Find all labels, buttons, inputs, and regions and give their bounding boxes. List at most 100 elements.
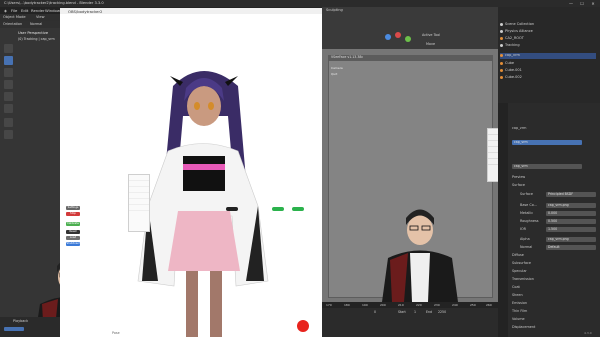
center-preview[interactable]: Settings Stop Calibrate Calibrate Reset …	[60, 14, 322, 337]
prop-field[interactable]: Default	[546, 245, 596, 250]
outliner-item[interactable]: Cube.001	[500, 68, 522, 74]
title-bar: C:\Users\...\bodytracker2\tracking.blend…	[0, 0, 600, 7]
properties-tabs[interactable]	[498, 103, 508, 337]
rotate-tool-icon[interactable]	[4, 80, 13, 89]
collection-icon	[500, 43, 503, 47]
frame-number: 260	[486, 303, 492, 307]
frame-number: 220	[416, 303, 422, 307]
section-preview[interactable]: Preview	[512, 175, 525, 181]
properties-panel[interactable]: cap_vrm cap_vrm cap_vrm Preview Surface …	[498, 103, 600, 337]
material-name-field[interactable]: cap_vrm	[512, 164, 582, 169]
outliner[interactable]: Scene Collection Physics Alliance CA2_RO…	[498, 7, 600, 103]
maximize-button[interactable]: ☐	[577, 1, 587, 6]
mesh-icon	[500, 61, 503, 65]
outliner-item[interactable]: Tracking	[500, 43, 520, 49]
scale-tool-icon[interactable]	[4, 92, 13, 101]
menu-edit[interactable]: Edit	[21, 8, 28, 13]
subsection[interactable]: Volume	[512, 317, 525, 323]
tracker-subwindow-title: VSeeFace v1.13.38c	[331, 55, 364, 59]
tab-scripting[interactable]: Sculpting	[326, 8, 343, 12]
move-label[interactable]: Move	[426, 42, 435, 46]
outliner-item[interactable]: Cube	[500, 61, 514, 67]
minimize-button[interactable]: —	[566, 1, 576, 6]
current-frame[interactable]: 0	[374, 310, 376, 314]
subsection[interactable]: Emission	[512, 301, 527, 307]
surface-dropdown[interactable]: Principled BSDF	[546, 192, 596, 197]
tracker-info-line: Camera	[331, 66, 343, 70]
view-menu[interactable]: View	[36, 15, 45, 19]
close-button[interactable]: ✕	[588, 1, 598, 6]
playback-label[interactable]: Playback	[13, 319, 28, 323]
prop-label: Base Co...	[520, 203, 537, 207]
subsection[interactable]: Coat	[512, 285, 520, 291]
timeline[interactable]: 170 180 190 200 210 220 230 240 250 260 …	[322, 302, 498, 337]
menu-file[interactable]: File	[11, 8, 17, 13]
measure-tool-icon[interactable]	[4, 130, 13, 139]
settings-button[interactable]: Settings	[66, 206, 80, 210]
prop-field[interactable]: cap_vrm.png	[546, 203, 596, 208]
orientation-dropdown[interactable]: Normal	[30, 22, 42, 26]
material-slot[interactable]: cap_vrm	[512, 126, 526, 132]
outliner-item[interactable]: Cube.002	[500, 75, 522, 81]
subsection[interactable]: Thin Film	[512, 309, 527, 315]
outliner-item[interactable]: Scene Collection	[500, 22, 534, 28]
viewport-title: User Perspective	[18, 31, 49, 35]
move-tool-icon[interactable]	[4, 68, 13, 77]
prop-field[interactable]: 0.500	[546, 219, 596, 224]
end-value[interactable]: 2250	[438, 310, 446, 314]
section-surface[interactable]: Surface	[512, 183, 525, 189]
shutdown-button[interactable]: Shutdown	[66, 242, 80, 246]
menu-window[interactable]: Window	[45, 8, 60, 13]
start-value[interactable]: 1	[414, 310, 416, 314]
prop-label: Roughness	[520, 219, 539, 223]
start-label: Start	[398, 310, 406, 314]
blender-logo-icon[interactable]: ◈	[4, 8, 7, 13]
right-viewport-header: Sculpting Active Tool Move	[322, 7, 498, 49]
stop-calibrate-button[interactable]: Stop Calibrate	[66, 212, 80, 219]
menu-render[interactable]: Render	[31, 8, 45, 13]
subsection[interactable]: Diffuse	[512, 253, 524, 259]
pill-dark[interactable]	[226, 207, 238, 211]
frame-number: 240	[452, 303, 458, 307]
subsection[interactable]: Subsurface	[512, 261, 531, 267]
calibrate-button[interactable]: Calibrate	[66, 222, 80, 226]
timeline-ruler[interactable]: 170 180 190 200 210 220 230 240 250 260	[322, 302, 498, 308]
outliner-item[interactable]: Physics Alliance	[500, 29, 533, 35]
load-button[interactable]: Load	[66, 236, 80, 240]
playback-progress[interactable]	[4, 327, 24, 331]
tracker-subwindow-titlebar: VSeeFace v1.13.38c	[328, 55, 493, 61]
outliner-item[interactable]: CA2_ROOT	[500, 36, 524, 42]
outliner-item-selected[interactable]: cap_vrm	[500, 53, 596, 59]
transform-tool-icon[interactable]	[4, 104, 13, 113]
object-mode-dropdown[interactable]: Object Mode	[3, 15, 26, 19]
pill-green[interactable]	[272, 207, 284, 211]
select-tool-icon[interactable]	[4, 44, 13, 53]
subsection[interactable]: Displacement	[512, 325, 535, 331]
context-menu-item[interactable]	[129, 205, 149, 211]
window-title: C:\Users\...\bodytracker2\tracking.blend…	[4, 1, 104, 5]
prop-field[interactable]: cap_vrm.png	[546, 237, 596, 242]
navigation-gizmo-icon[interactable]	[378, 27, 418, 47]
subsection[interactable]: Transmission	[512, 277, 534, 283]
subsection[interactable]: Sheen	[512, 293, 523, 299]
frame-number: 180	[344, 303, 350, 307]
record-button[interactable]	[297, 320, 309, 332]
context-menu[interactable]	[128, 174, 150, 232]
cursor-tool-icon[interactable]	[4, 56, 13, 65]
reset-button[interactable]: Reset	[66, 230, 80, 234]
frame-number: 250	[470, 303, 476, 307]
prop-field[interactable]: 0.000	[546, 211, 596, 216]
prop-label: Metallic	[520, 211, 534, 215]
prop-field[interactable]: 1.500	[546, 227, 596, 232]
left-3d-viewport[interactable]: Object Mode View Orientation Normal User…	[0, 14, 105, 337]
frame-number: 230	[434, 303, 440, 307]
prop-label: Normal	[520, 245, 533, 249]
annotate-tool-icon[interactable]	[4, 118, 13, 127]
tracker-info-line-2: Quit	[331, 72, 338, 76]
mesh-icon	[500, 75, 503, 79]
pill-green-2[interactable]	[292, 207, 304, 211]
footer-label: Pose	[112, 331, 120, 335]
material-slot-field[interactable]: cap_vrm	[512, 140, 582, 145]
subsection[interactable]: Specular	[512, 269, 527, 275]
collection-icon	[500, 22, 503, 26]
